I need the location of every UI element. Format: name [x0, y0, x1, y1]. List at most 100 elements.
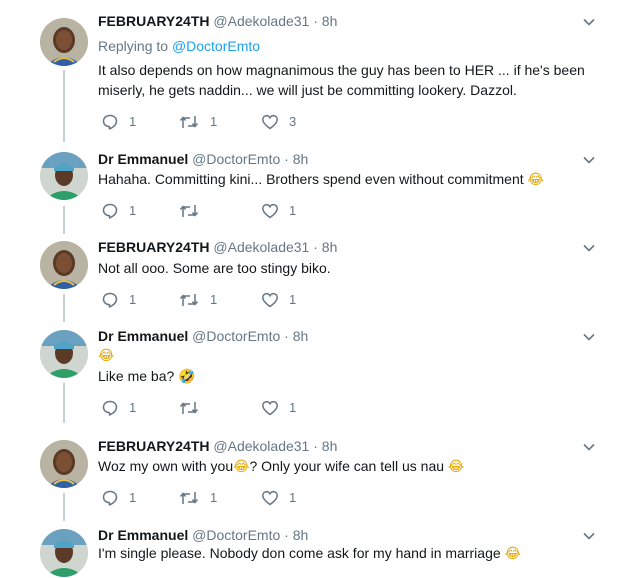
author-handle[interactable]: @DoctorEmto — [192, 527, 280, 543]
reply-icon — [102, 490, 118, 506]
chevron-down-icon[interactable] — [582, 440, 596, 454]
author-handle[interactable]: @DoctorEmto — [192, 328, 280, 344]
separator: · — [313, 239, 318, 255]
tweet-emoji-line: 😂 — [98, 345, 588, 366]
author-name[interactable]: FEBRUARY24TH — [98, 13, 210, 29]
laughing-emoji: 😂 — [447, 459, 465, 475]
rofl-emoji: 🤣 — [178, 369, 196, 385]
tweet-actions: 1 1 1 — [98, 290, 398, 310]
heart-icon — [262, 203, 278, 219]
avatar[interactable] — [40, 529, 88, 577]
tweet-text: It also depends on how magnanimous the g… — [98, 62, 585, 98]
author-name[interactable]: FEBRUARY24TH — [98, 239, 210, 255]
avatar[interactable] — [40, 330, 88, 378]
replying-to: Replying to @DoctorEmto — [98, 36, 260, 56]
laughing-emoji: 😂 — [98, 348, 115, 364]
author-name[interactable]: Dr Emmanuel — [98, 527, 188, 543]
retweet-button[interactable]: 1 — [178, 290, 217, 310]
reply-count: 1 — [129, 400, 137, 415]
tweet-text: Woz my own with you😂? Only your wife can… — [98, 456, 588, 477]
mention-link[interactable]: @DoctorEmto — [172, 38, 260, 54]
like-button[interactable]: 3 — [261, 112, 296, 132]
reply-button[interactable]: 1 — [101, 290, 136, 310]
chevron-down-icon[interactable] — [582, 153, 596, 167]
author-name[interactable]: FEBRUARY24TH — [98, 438, 210, 454]
retweet-button[interactable] — [178, 398, 210, 418]
tweet[interactable]: Dr Emmanuel @DoctorEmto · 8h Hahaha. Com… — [0, 149, 619, 229]
author-name[interactable]: Dr Emmanuel — [98, 151, 188, 167]
retweet-count: 1 — [210, 292, 218, 307]
author-handle[interactable]: @Adekolade31 — [213, 239, 309, 255]
tweet[interactable]: FEBRUARY24TH @Adekolade31 · 8h Woz my ow… — [0, 436, 619, 516]
tweet-text: Not all ooo. Some are too stingy biko. — [98, 260, 331, 276]
tweet-actions: 1 1 — [98, 398, 398, 418]
like-count: 1 — [289, 490, 297, 505]
reply-button[interactable]: 1 — [101, 488, 136, 508]
retweet-button[interactable]: 1 — [178, 112, 217, 132]
tweet-text-part: ? Only your wife can tell us nau — [249, 458, 445, 474]
reply-icon — [102, 114, 118, 130]
reply-button[interactable]: 1 — [101, 398, 136, 418]
separator: · — [313, 13, 318, 29]
retweet-count: 1 — [210, 490, 218, 505]
tweet[interactable]: Dr Emmanuel @DoctorEmto · 8h I'm single … — [0, 525, 619, 578]
chevron-down-icon[interactable] — [582, 241, 596, 255]
author-handle[interactable]: @Adekolade31 — [213, 438, 309, 454]
chevron-down-icon[interactable] — [582, 15, 596, 29]
timestamp[interactable]: 8h — [293, 527, 309, 543]
heart-icon — [262, 114, 278, 130]
timestamp[interactable]: 8h — [322, 438, 338, 454]
reply-count: 1 — [129, 292, 137, 307]
tweet-text: Like me ba? 🤣 — [98, 366, 588, 387]
retweet-button[interactable]: 1 — [178, 488, 217, 508]
tweet-header: Dr Emmanuel @DoctorEmto · 8h — [98, 149, 308, 169]
tweet[interactable]: FEBRUARY24TH @Adekolade31 · 8h Replying … — [0, 11, 619, 136]
like-button[interactable]: 1 — [261, 290, 296, 310]
retweet-button[interactable] — [178, 201, 210, 221]
like-count: 1 — [289, 292, 297, 307]
like-button[interactable]: 1 — [261, 201, 296, 221]
retweet-icon — [179, 492, 199, 504]
avatar[interactable] — [40, 440, 88, 488]
reply-icon — [102, 203, 118, 219]
separator: · — [284, 151, 289, 167]
retweet-icon — [179, 116, 199, 128]
like-button[interactable]: 1 — [261, 398, 296, 418]
author-handle[interactable]: @DoctorEmto — [192, 151, 280, 167]
reply-button[interactable]: 1 — [101, 201, 136, 221]
tweet-text-body: Hahaha. Committing kini... Brothers spen… — [98, 171, 524, 187]
tweet-text-body: Like me ba? — [98, 368, 175, 384]
tweet-header: Dr Emmanuel @DoctorEmto · 8h — [98, 525, 308, 545]
tweet[interactable]: Dr Emmanuel @DoctorEmto · 8h 😂 Like me b… — [0, 326, 619, 426]
chevron-down-icon[interactable] — [582, 330, 596, 344]
reply-count: 1 — [129, 490, 137, 505]
avatar[interactable] — [40, 18, 88, 66]
tweet-header: FEBRUARY24TH @Adekolade31 · 8h — [98, 436, 337, 456]
timestamp[interactable]: 8h — [293, 151, 309, 167]
retweet-count: 1 — [210, 114, 218, 129]
timestamp[interactable]: 8h — [322, 13, 338, 29]
tweet-header: Dr Emmanuel @DoctorEmto · 8h — [98, 326, 308, 346]
like-button[interactable]: 1 — [261, 488, 296, 508]
avatar[interactable] — [40, 241, 88, 289]
separator: · — [284, 527, 289, 543]
laughing-emoji: 😂 — [527, 172, 544, 188]
tweet-actions: 1 1 1 — [98, 488, 398, 508]
timestamp[interactable]: 8h — [322, 239, 338, 255]
author-handle[interactable]: @Adekolade31 — [213, 13, 309, 29]
tweet-text: I'm single please. Nobody don come ask f… — [98, 543, 588, 564]
tweet-text-body: I'm single please. Nobody don come ask f… — [98, 545, 501, 561]
chevron-down-icon[interactable] — [582, 529, 596, 543]
replying-label: Replying to — [98, 38, 169, 54]
tweet-header: FEBRUARY24TH @Adekolade31 · 8h — [98, 237, 337, 257]
reply-icon — [102, 292, 118, 308]
reply-button[interactable]: 1 — [101, 112, 136, 132]
heart-icon — [262, 292, 278, 308]
timestamp[interactable]: 8h — [293, 328, 309, 344]
tweet[interactable]: FEBRUARY24TH @Adekolade31 · 8h Not all o… — [0, 237, 619, 317]
author-name[interactable]: Dr Emmanuel — [98, 328, 188, 344]
like-count: 1 — [289, 203, 297, 218]
avatar[interactable] — [40, 152, 88, 200]
reply-count: 1 — [129, 203, 137, 218]
like-count: 3 — [289, 114, 297, 129]
